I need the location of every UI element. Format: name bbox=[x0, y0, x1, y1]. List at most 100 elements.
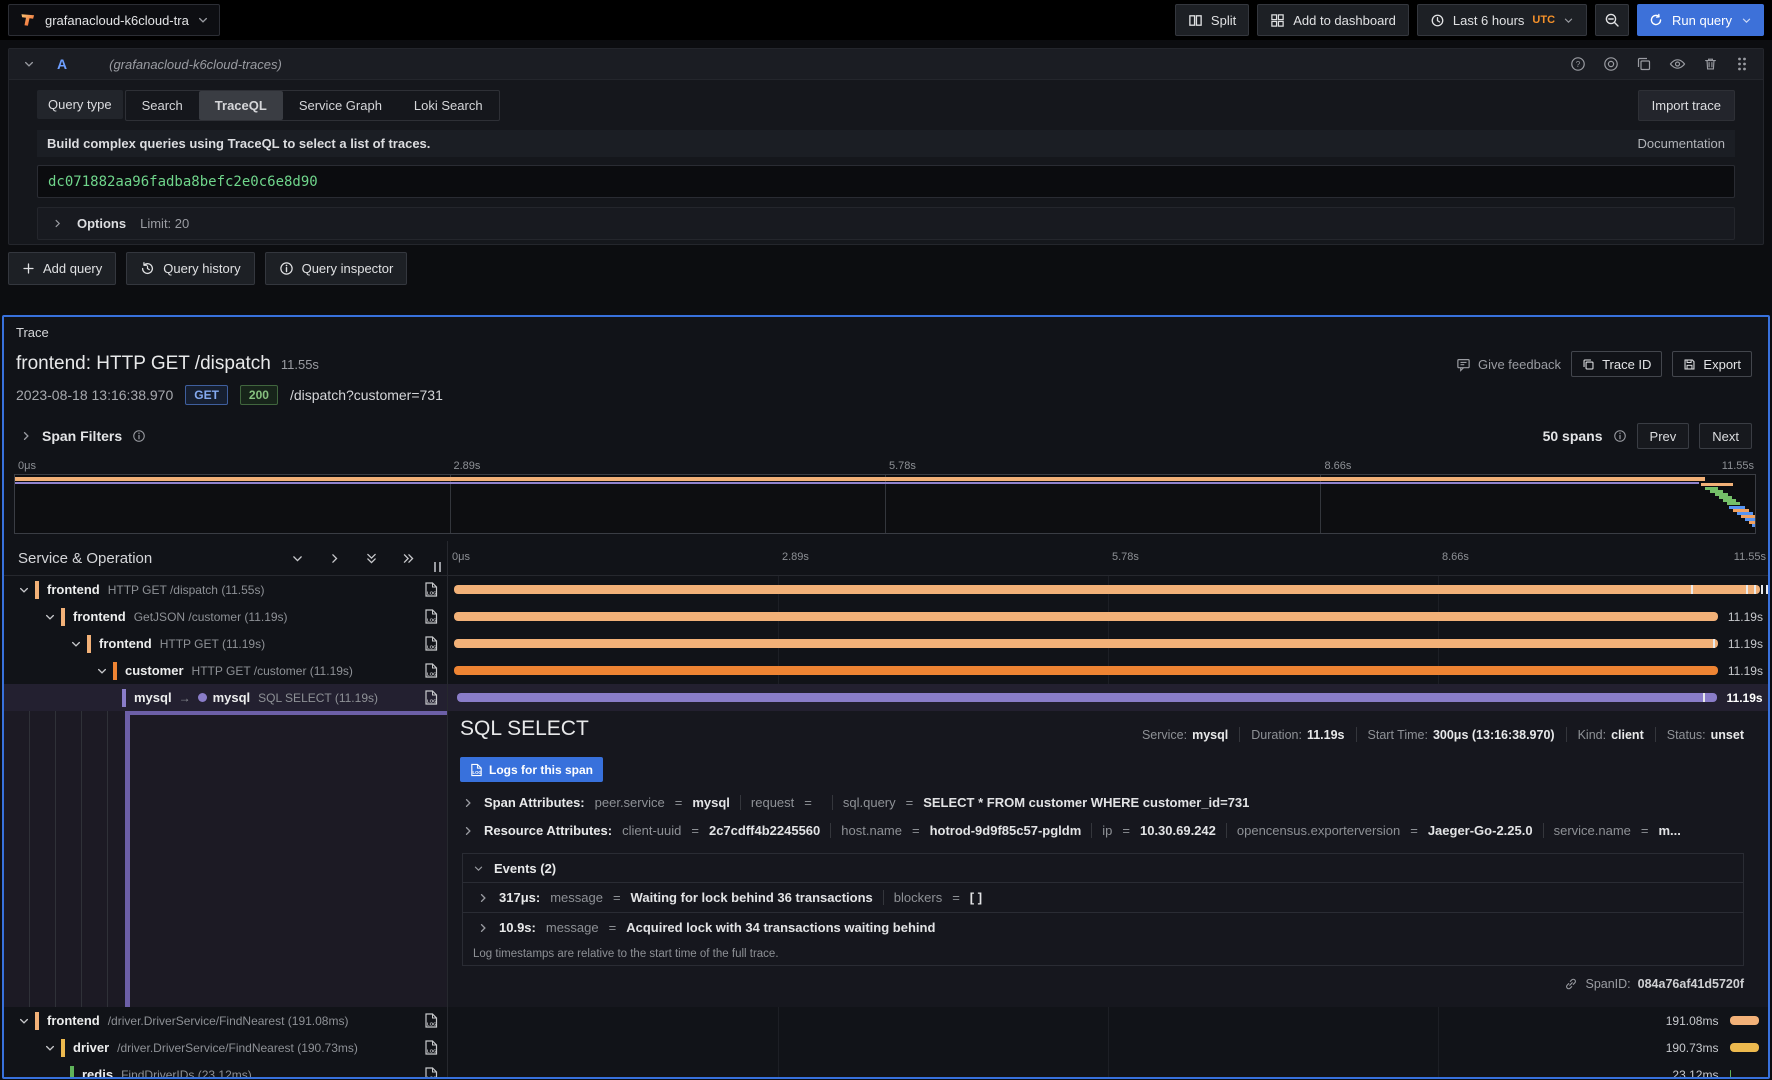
span-bar-cell[interactable]: 23.12ms bbox=[448, 1061, 1768, 1079]
span-bar-cell[interactable]: 11.19s bbox=[448, 657, 1768, 684]
minimap-span-segment bbox=[15, 477, 1705, 481]
time-range-picker[interactable]: Last 6 hours UTC bbox=[1417, 4, 1587, 36]
events-header[interactable]: Events (2) bbox=[463, 854, 1743, 882]
span-row[interactable]: mysql→mysqlSQL SELECT (11.19s)LOG11.19s bbox=[4, 684, 1768, 711]
span-logs-icon[interactable]: LOG bbox=[425, 582, 438, 597]
split-button[interactable]: Split bbox=[1175, 4, 1249, 36]
event-value: [ ] bbox=[970, 890, 982, 905]
run-query-button[interactable]: Run query bbox=[1637, 4, 1764, 36]
span-row-label[interactable]: driver/driver.DriverService/FindNearest … bbox=[4, 1034, 448, 1061]
span-row-label[interactable]: redisFindDriverIDs (23.12ms)LOG bbox=[4, 1061, 448, 1079]
span-row[interactable]: redisFindDriverIDs (23.12ms)LOG23.12ms bbox=[4, 1061, 1768, 1079]
documentation-link[interactable]: Documentation bbox=[1638, 136, 1725, 151]
tab-service-graph[interactable]: Service Graph bbox=[283, 91, 398, 120]
span-filters-label[interactable]: Span Filters bbox=[42, 428, 122, 444]
next-span-button[interactable]: Next bbox=[1699, 423, 1752, 449]
expand-chevron-icon[interactable] bbox=[18, 584, 30, 596]
resource-attributes-row[interactable]: Resource Attributes:client-uuid=2c7cdff4… bbox=[462, 823, 1744, 838]
query-editor-panel: A (grafanacloud-k6cloud-traces) ? Query … bbox=[8, 48, 1764, 245]
chevron-down-icon[interactable] bbox=[291, 552, 304, 565]
span-logs-icon[interactable]: LOG bbox=[425, 1013, 438, 1028]
zoom-out-button[interactable] bbox=[1595, 4, 1629, 36]
span-bar[interactable] bbox=[457, 693, 1717, 702]
span-bar[interactable] bbox=[454, 585, 1760, 594]
span-bar[interactable] bbox=[454, 612, 1718, 621]
span-bar[interactable] bbox=[1730, 1016, 1758, 1025]
help-icon[interactable]: ? bbox=[1570, 56, 1586, 72]
span-logs-icon[interactable]: LOG bbox=[425, 609, 438, 624]
query-row-header[interactable]: A (grafanacloud-k6cloud-traces) ? bbox=[9, 49, 1763, 80]
column-resizer-handle[interactable] bbox=[434, 562, 441, 572]
give-feedback-link[interactable]: Give feedback bbox=[1456, 357, 1561, 372]
tab-traceql[interactable]: TraceQL bbox=[199, 91, 283, 120]
span-bar-cell[interactable]: 11.19s bbox=[448, 603, 1768, 630]
span-row[interactable]: frontendGetJSON /customer (11.19s)LOG11.… bbox=[4, 603, 1768, 630]
disable-query-icon[interactable] bbox=[1603, 56, 1619, 72]
chevron-right-icon[interactable] bbox=[462, 797, 474, 809]
operation-name: HTTP GET (11.19s) bbox=[160, 637, 265, 651]
expand-chevron-icon[interactable] bbox=[70, 638, 82, 650]
tab-loki-search[interactable]: Loki Search bbox=[398, 91, 499, 120]
span-row[interactable]: frontendHTTP GET (11.19s)LOG11.19s bbox=[4, 630, 1768, 657]
service-operation-header: Service & Operation bbox=[18, 550, 152, 567]
trace-id-button[interactable]: Trace ID bbox=[1571, 351, 1662, 377]
prev-span-button[interactable]: Prev bbox=[1637, 423, 1690, 449]
span-row-label[interactable]: frontendGetJSON /customer (11.19s)LOG bbox=[4, 603, 448, 630]
span-bar[interactable] bbox=[454, 639, 1718, 648]
logs-for-span-button[interactable]: LOG Logs for this span bbox=[460, 757, 603, 782]
duplicate-query-icon[interactable] bbox=[1636, 56, 1652, 72]
query-options-row[interactable]: Options Limit: 20 bbox=[37, 207, 1735, 240]
drag-handle-icon[interactable] bbox=[1735, 56, 1749, 72]
span-bar[interactable] bbox=[454, 666, 1718, 675]
collapse-query-icon[interactable] bbox=[23, 58, 35, 70]
traceql-query-input[interactable]: dc071882aa96fadba8befc2e0c6e8d90 bbox=[37, 165, 1735, 198]
expand-chevron-icon[interactable] bbox=[18, 1015, 30, 1027]
add-query-button[interactable]: Add query bbox=[8, 252, 116, 285]
expand-chevron-icon[interactable] bbox=[96, 665, 108, 677]
span-logs-icon[interactable]: LOG bbox=[425, 636, 438, 651]
tab-search[interactable]: Search bbox=[126, 91, 199, 120]
span-logs-icon[interactable]: LOG bbox=[425, 663, 438, 678]
add-to-dashboard-button[interactable]: Add to dashboard bbox=[1257, 4, 1409, 36]
span-row-label[interactable]: frontend/driver.DriverService/FindNeares… bbox=[4, 1007, 448, 1034]
expand-chevron-icon[interactable] bbox=[44, 611, 56, 623]
span-bar[interactable] bbox=[1730, 1070, 1731, 1079]
chevron-right-icon[interactable] bbox=[462, 825, 474, 837]
span-row-label[interactable]: frontendHTTP GET (11.19s)LOG bbox=[4, 630, 448, 657]
trace-minimap[interactable] bbox=[14, 474, 1756, 534]
span-bar-cell[interactable]: 191.08ms bbox=[448, 1007, 1768, 1034]
span-row-label[interactable]: frontendHTTP GET /dispatch (11.55s)LOG bbox=[4, 576, 448, 603]
hide-response-icon[interactable] bbox=[1669, 56, 1686, 72]
span-row-label[interactable]: mysql→mysqlSQL SELECT (11.19s)LOG bbox=[4, 684, 448, 711]
span-bar-cell[interactable] bbox=[448, 576, 1768, 603]
query-inspector-button[interactable]: Query inspector bbox=[265, 252, 408, 285]
span-bar-cell[interactable]: 11.19s bbox=[448, 630, 1768, 657]
import-trace-button[interactable]: Import trace bbox=[1638, 90, 1735, 121]
span-logs-icon[interactable]: LOG bbox=[425, 1067, 438, 1079]
delete-query-icon[interactable] bbox=[1703, 56, 1718, 72]
span-logs-icon[interactable]: LOG bbox=[425, 1040, 438, 1055]
event-row[interactable]: 10.9s:message=Acquired lock with 34 tran… bbox=[463, 912, 1743, 942]
query-row-actions: ? bbox=[1570, 56, 1749, 72]
chevron-right-icon[interactable] bbox=[477, 892, 489, 904]
span-row[interactable]: customerHTTP GET /customer (11.19s)LOG11… bbox=[4, 657, 1768, 684]
double-chevron-down-icon[interactable] bbox=[365, 552, 378, 565]
event-key: message bbox=[550, 890, 603, 905]
span-logs-icon[interactable]: LOG bbox=[425, 690, 438, 705]
span-attributes-row[interactable]: Span Attributes:peer.service=mysqlreques… bbox=[462, 795, 1744, 810]
span-row[interactable]: frontend/driver.DriverService/FindNeares… bbox=[4, 1007, 1768, 1034]
query-history-button[interactable]: Query history bbox=[126, 252, 254, 285]
chevron-right-icon[interactable] bbox=[328, 552, 341, 565]
double-chevron-right-icon[interactable] bbox=[402, 552, 415, 565]
span-row-label[interactable]: customerHTTP GET /customer (11.19s)LOG bbox=[4, 657, 448, 684]
span-bar-cell[interactable]: 190.73ms bbox=[448, 1034, 1768, 1061]
span-bar-cell[interactable]: 11.19s bbox=[448, 684, 1768, 711]
span-row[interactable]: frontendHTTP GET /dispatch (11.55s)LOG bbox=[4, 576, 1768, 603]
span-row[interactable]: driver/driver.DriverService/FindNearest … bbox=[4, 1034, 1768, 1061]
export-button[interactable]: Export bbox=[1672, 351, 1752, 377]
expand-chevron-icon[interactable] bbox=[44, 1042, 56, 1054]
chevron-right-icon[interactable] bbox=[477, 922, 489, 934]
span-bar[interactable] bbox=[1730, 1043, 1758, 1052]
event-row[interactable]: 317μs:message=Waiting for lock behind 36… bbox=[463, 882, 1743, 912]
datasource-picker[interactable]: grafanacloud-k6cloud-tra bbox=[8, 4, 220, 36]
